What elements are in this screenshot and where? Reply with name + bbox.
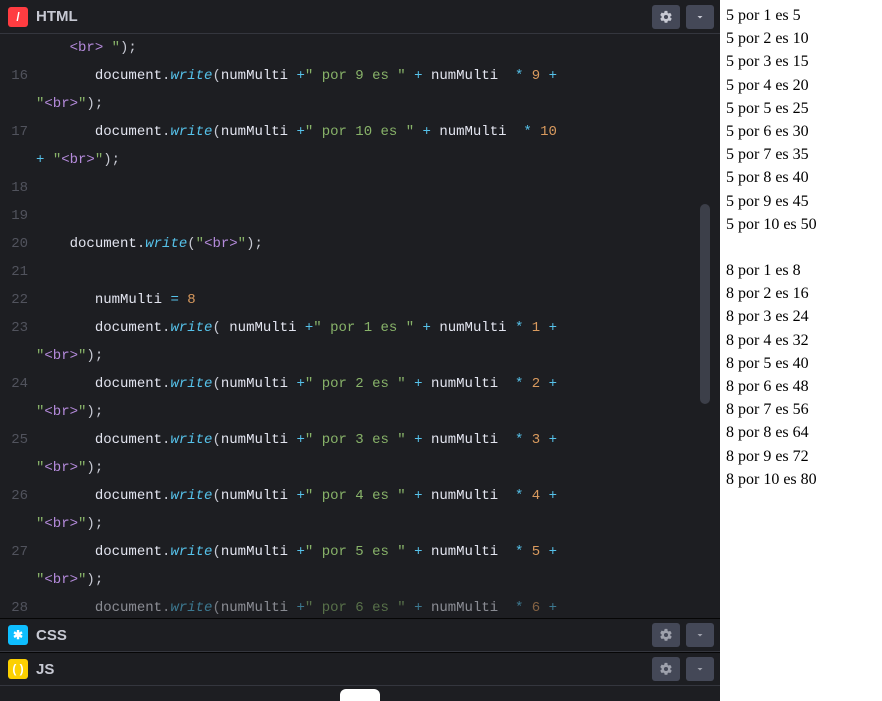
css-collapse-button[interactable]: [686, 623, 714, 647]
css-panel-header[interactable]: ✱ CSS: [0, 618, 720, 652]
js-icon: ( ): [8, 659, 28, 679]
html-collapse-button[interactable]: [686, 5, 714, 29]
html-panel-label: HTML: [36, 8, 78, 25]
chevron-down-icon: [694, 11, 706, 23]
html-icon: /: [8, 7, 28, 27]
html-code-editor[interactable]: 16 17 181920212223 24 25 26 27 28 <br> "…: [0, 34, 720, 618]
editor-scrollbar[interactable]: [700, 204, 710, 404]
css-icon: ✱: [8, 625, 28, 645]
chevron-down-icon: [694, 663, 706, 675]
html-panel-header: / HTML: [0, 0, 720, 34]
css-panel-label: CSS: [36, 627, 67, 644]
gear-icon: [659, 628, 673, 642]
chevron-down-icon: [694, 629, 706, 641]
gear-icon: [659, 10, 673, 24]
js-panel-header[interactable]: ( ) JS: [0, 652, 720, 686]
collapsed-panels: ✱ CSS ( ) JS: [0, 618, 720, 701]
js-collapse-button[interactable]: [686, 657, 714, 681]
output-preview: 5 por 1 es 55 por 2 es 105 por 3 es 155 …: [720, 0, 882, 701]
gear-icon: [659, 662, 673, 676]
js-panel-peek: [0, 686, 720, 701]
code-content[interactable]: <br> "); document.write(numMulti +" por …: [36, 34, 720, 618]
js-panel-label: JS: [36, 661, 54, 678]
html-settings-button[interactable]: [652, 5, 680, 29]
editor-pane: / HTML 16 17 181920212223 24 25 26 27 28…: [0, 0, 720, 701]
js-settings-button[interactable]: [652, 657, 680, 681]
css-settings-button[interactable]: [652, 623, 680, 647]
line-gutter: 16 17 181920212223 24 25 26 27 28: [0, 34, 36, 618]
